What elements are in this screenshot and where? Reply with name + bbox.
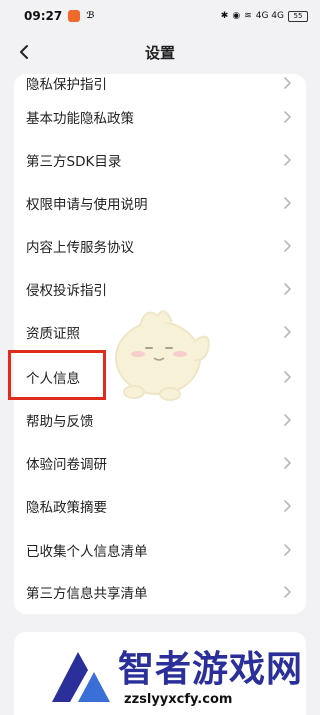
list-item-label: 侵权投诉指引 <box>26 283 107 299</box>
chevron-right-icon <box>284 197 291 209</box>
notification-icon: ℬ <box>86 11 95 21</box>
status-bar: 09:27 ℬ ✱ ◉ ≋ 4G 4G 55 <box>0 0 320 32</box>
chevron-right-icon <box>284 326 291 338</box>
battery-icon: 55 <box>288 10 308 22</box>
list-item-label: 第三方SDK目录 <box>26 154 122 170</box>
page-title: 设置 <box>144 43 175 62</box>
app-notification-icon <box>68 10 81 22</box>
list-item-label: 隐私政策摘要 <box>26 500 107 516</box>
list-item-upload-agreement[interactable]: 内容上传服务协议 <box>14 225 306 267</box>
chevron-right-icon <box>284 500 291 512</box>
bluetooth-icon: ✱ <box>220 11 229 21</box>
signal-text: 4G 4G <box>255 11 284 21</box>
list-item-label: 帮助与反馈 <box>26 414 94 430</box>
list-item-label: 第三方信息共享清单 <box>26 586 148 602</box>
chevron-right-icon <box>284 371 291 383</box>
nav-bar: 设置 <box>0 32 320 72</box>
status-time: 09:27 <box>24 9 63 23</box>
highlight-box <box>8 350 106 400</box>
wifi-icon: ≋ <box>244 11 252 21</box>
chevron-right-icon <box>284 586 291 598</box>
list-item-permissions[interactable]: 权限申请与使用说明 <box>14 182 306 224</box>
list-item-label: 权限申请与使用说明 <box>26 197 148 213</box>
list-item-label: 已收集个人信息清单 <box>26 544 148 560</box>
list-item-privacy-summary[interactable]: 隐私政策摘要 <box>14 485 306 527</box>
watermark-text: 智者游戏网 <box>118 649 304 690</box>
chevron-right-icon <box>284 154 291 166</box>
location-icon: ◉ <box>232 11 241 21</box>
chevron-right-icon <box>284 457 291 469</box>
chevron-right-icon <box>284 77 291 89</box>
status-icons: ✱ ◉ ≋ 4G 4G 55 <box>220 10 308 22</box>
list-item-basic-privacy[interactable]: 基本功能隐私政策 <box>14 96 306 138</box>
chevron-right-icon <box>284 111 291 123</box>
chevron-right-icon <box>284 240 291 252</box>
chevron-right-icon <box>284 544 291 556</box>
list-item-survey[interactable]: 体验问卷调研 <box>14 442 306 484</box>
watermark-logo-icon <box>52 652 110 702</box>
chevron-right-icon <box>284 414 291 426</box>
list-item-label: 体验问卷调研 <box>26 457 107 473</box>
watermark-url: zzslyyxcfy.com <box>120 692 237 707</box>
list-item-label: 内容上传服务协议 <box>26 240 134 256</box>
list-item-label: 隐私保护指引 <box>26 77 107 93</box>
list-item-label: 基本功能隐私政策 <box>26 111 134 127</box>
list-item-help-feedback[interactable]: 帮助与反馈 <box>14 399 306 441</box>
list-item-label: 资质证照 <box>26 326 80 342</box>
list-item-third-party-sharing[interactable]: 第三方信息共享清单 <box>14 571 306 613</box>
list-item-collected-info[interactable]: 已收集个人信息清单 <box>14 529 306 571</box>
back-button[interactable] <box>10 38 38 66</box>
watermark: 智者游戏网 zzslyyxcfy.com <box>48 636 320 715</box>
chevron-right-icon <box>284 283 291 295</box>
chevron-left-icon <box>20 45 28 59</box>
list-item-sdk-directory[interactable]: 第三方SDK目录 <box>14 139 306 181</box>
mascot-image <box>115 310 210 401</box>
